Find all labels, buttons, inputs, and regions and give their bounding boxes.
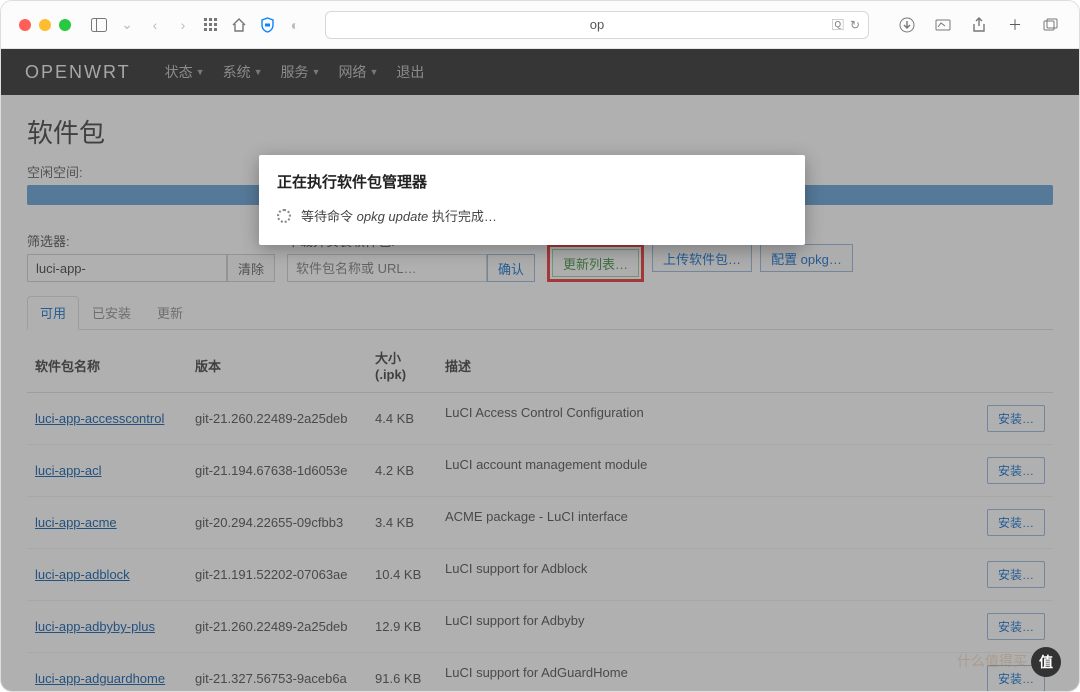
sidebar-icon[interactable] bbox=[89, 15, 109, 35]
home-icon[interactable] bbox=[229, 15, 249, 35]
reader-icon[interactable]: 🅀 bbox=[832, 16, 844, 33]
new-tab-icon[interactable]: ＋ bbox=[1005, 15, 1025, 35]
watermark-logo: 值 bbox=[1031, 647, 1061, 677]
downloads-icon[interactable] bbox=[897, 15, 917, 35]
spinner-icon bbox=[277, 209, 291, 223]
close-window[interactable] bbox=[19, 19, 31, 31]
share-icon[interactable] bbox=[969, 15, 989, 35]
maximize-window[interactable] bbox=[59, 19, 71, 31]
grid-icon[interactable] bbox=[201, 15, 221, 35]
tabs-icon[interactable] bbox=[1041, 15, 1061, 35]
window-controls bbox=[19, 19, 71, 31]
address-bar[interactable]: op 🅀 ↻ bbox=[325, 11, 869, 39]
reload-icon[interactable]: ↻ bbox=[850, 18, 860, 32]
chevron-down-icon[interactable]: ⌄ bbox=[117, 15, 137, 35]
watermark-text: 什么值得买 bbox=[957, 651, 1027, 671]
privacy-icon[interactable]: ◐ bbox=[285, 15, 305, 35]
progress-modal: 正在执行软件包管理器 等待命令 opkg update 执行完成… bbox=[259, 155, 805, 245]
modal-title: 正在执行软件包管理器 bbox=[277, 171, 787, 192]
modal-status: 等待命令 opkg update 执行完成… bbox=[277, 206, 787, 225]
browser-toolbar: ⌄ ‹ › ◐ op 🅀 ↻ ＋ bbox=[1, 1, 1079, 49]
annotate-icon[interactable] bbox=[933, 15, 953, 35]
forward-icon[interactable]: › bbox=[173, 15, 193, 35]
shield-icon[interactable] bbox=[257, 15, 277, 35]
minimize-window[interactable] bbox=[39, 19, 51, 31]
modal-overlay bbox=[1, 49, 1079, 691]
address-text: op bbox=[590, 17, 604, 32]
back-icon[interactable]: ‹ bbox=[145, 15, 165, 35]
